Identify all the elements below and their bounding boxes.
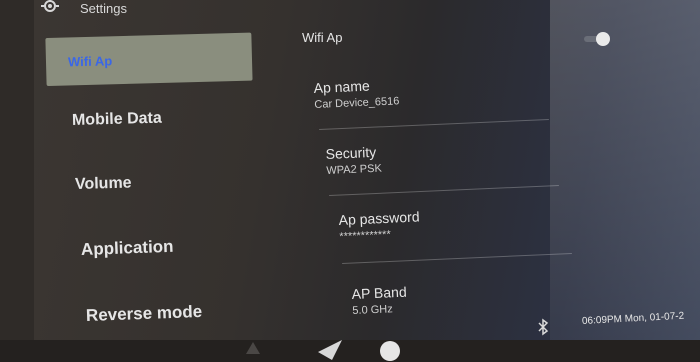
screen: Settings Wifi Ap Mobile Data Volume Appl…	[34, 0, 700, 340]
pref-security[interactable]: Security WPA2 PSK	[325, 144, 382, 177]
toggle-knob	[596, 32, 610, 46]
sidebar-item-wifi-ap[interactable]: Wifi Ap	[45, 32, 253, 86]
sidebar-item-label: Application	[80, 236, 174, 259]
divider	[319, 118, 549, 131]
circle-button-icon[interactable]	[378, 340, 402, 362]
pref-label: AP Band	[351, 283, 407, 302]
sidebar-item-label: Mobile Data	[71, 109, 162, 129]
device-bezel-bottom	[0, 340, 700, 362]
sidebar-item-label: Reverse mode	[85, 301, 203, 325]
pref-value: Car Device_6516	[314, 95, 400, 111]
settings-header: Settings	[40, 0, 127, 16]
pref-ap-band[interactable]: AP Band 5.0 GHz	[351, 284, 407, 317]
sidebar-item-mobile-data[interactable]: Mobile Data	[72, 110, 162, 130]
sidebar-item-application[interactable]: Application	[81, 237, 174, 260]
pref-label: Ap name	[313, 77, 371, 96]
sidebar-item-reverse-mode[interactable]: Reverse mode	[86, 302, 203, 326]
sidebar-item-label: Volume	[74, 174, 132, 193]
divider	[329, 184, 559, 197]
pref-ap-name[interactable]: Ap name Car Device_6516	[313, 76, 399, 111]
page-title: Settings	[80, 0, 127, 16]
pref-value: 5.0 GHz	[352, 303, 393, 317]
content-title: Wifi Ap	[302, 30, 343, 45]
pref-label: Security	[325, 143, 377, 162]
send-icon[interactable]	[318, 340, 342, 360]
wifi-ap-toggle[interactable]	[584, 32, 610, 46]
bluetooth-icon	[538, 318, 549, 336]
pref-ap-password[interactable]: Ap password ************	[338, 208, 420, 243]
pref-value: ************	[339, 228, 392, 243]
device-bezel-left	[0, 0, 34, 362]
divider	[342, 252, 572, 265]
triangle-icon	[246, 342, 260, 354]
pref-value: WPA2 PSK	[326, 162, 383, 177]
pref-label: Ap password	[338, 208, 420, 228]
screen-glare	[550, 0, 700, 340]
sidebar-item-label: Wifi Ap	[67, 52, 113, 69]
gear-icon	[41, 0, 59, 12]
sidebar-item-volume[interactable]: Volume	[75, 175, 132, 194]
